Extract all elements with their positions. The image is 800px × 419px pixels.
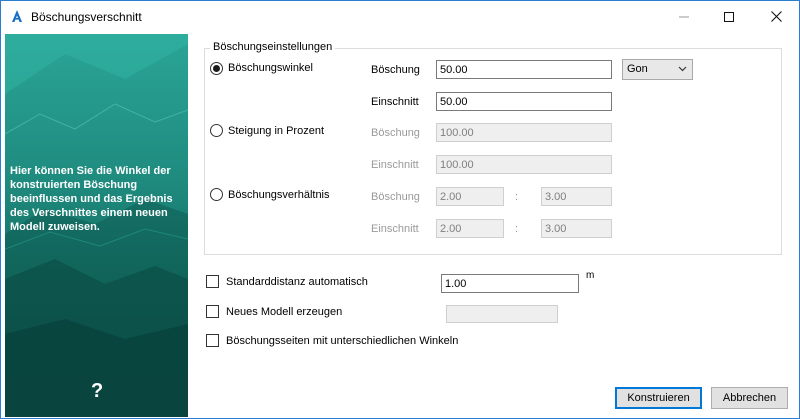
window-title: Böschungsverschnitt (31, 10, 142, 24)
different-angles-checkbox[interactable] (206, 334, 219, 347)
ratio-cut-label: Einschnitt (371, 223, 419, 235)
help-icon[interactable]: ? (91, 380, 103, 403)
new-model-input[interactable] (446, 305, 558, 323)
ratio-slope-a-input[interactable] (436, 187, 504, 206)
ratio-slope-separator: : (515, 191, 519, 203)
close-icon (770, 11, 782, 22)
std-distance-input[interactable] (441, 274, 579, 293)
cancel-button[interactable]: Abbrechen (711, 387, 788, 409)
unit-select[interactable]: Gon (622, 59, 693, 80)
info-sidebar: Hier können Sie die Winkel der konstruie… (5, 34, 188, 417)
sidebar-description: Hier können Sie die Winkel der konstruie… (10, 165, 173, 233)
title-bar[interactable]: Böschungsverschnitt (1, 1, 799, 32)
new-model-checkbox[interactable] (206, 305, 219, 318)
std-distance-checkbox[interactable] (206, 275, 219, 288)
dialog-window: Böschungsverschnitt Hier können Sie die … (0, 0, 800, 419)
unit-select-value: Gon (627, 63, 648, 75)
percent-cut-input[interactable] (436, 155, 612, 174)
group-title: Böschungseinstellungen (210, 41, 336, 53)
radio-angle-label: Böschungswinkel (228, 62, 313, 74)
std-distance-label: Standarddistanz automatisch (226, 276, 368, 288)
angle-slope-input[interactable] (436, 60, 612, 79)
angle-slope-label: Böschung (371, 64, 420, 76)
percent-slope-input[interactable] (436, 123, 612, 142)
maximize-icon (724, 11, 734, 22)
radio-ratio-label: Böschungsverhältnis (228, 189, 330, 201)
radio-percent-label: Steigung in Prozent (228, 125, 325, 137)
minimize-icon (679, 16, 689, 17)
maximize-button[interactable] (706, 1, 752, 32)
close-button[interactable] (753, 1, 799, 32)
radio-angle[interactable] (210, 62, 223, 75)
new-model-label: Neues Modell erzeugen (226, 306, 343, 318)
angle-cut-label: Einschnitt (371, 96, 419, 108)
percent-slope-label: Böschung (371, 127, 420, 139)
different-angles-label: Böschungsseiten mit unterschiedlichen Wi… (226, 335, 459, 347)
construct-button[interactable]: Konstruieren (615, 387, 702, 409)
ratio-cut-b-input[interactable] (541, 219, 612, 238)
chevron-down-icon (678, 66, 687, 72)
radio-percent[interactable] (210, 124, 223, 137)
ratio-cut-a-input[interactable] (436, 219, 504, 238)
percent-cut-label: Einschnitt (371, 159, 419, 171)
minimize-button[interactable] (661, 1, 707, 32)
ratio-slope-b-input[interactable] (541, 187, 612, 206)
ratio-slope-label: Böschung (371, 191, 420, 203)
ratio-cut-separator: : (515, 223, 519, 235)
radio-ratio[interactable] (210, 188, 223, 201)
std-distance-unit: m (586, 270, 595, 281)
angle-cut-input[interactable] (436, 92, 612, 111)
app-logo-icon (12, 10, 22, 22)
